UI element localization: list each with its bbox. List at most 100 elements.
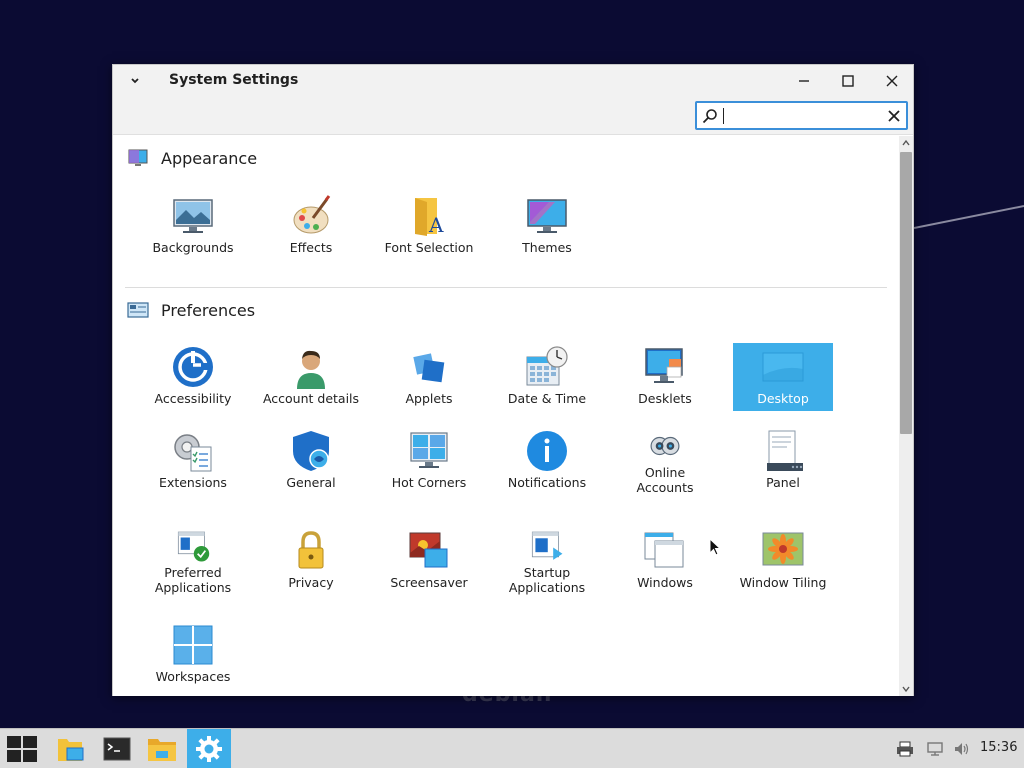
settings-item-font-selection[interactable]: A Font Selection [379, 192, 479, 260]
item-label: Desklets [638, 391, 692, 406]
font-selection-icon: A [415, 198, 444, 237]
section-header-preferences: Preferences [127, 298, 255, 322]
desktop-wallpaper-line [914, 205, 1024, 229]
settings-item-applets[interactable]: Applets [379, 343, 479, 411]
settings-item-account-details[interactable]: Account details [261, 343, 361, 411]
taskbar-folder[interactable] [140, 729, 184, 768]
taskbar-system-settings[interactable] [187, 729, 231, 768]
item-label: Screensaver [390, 575, 468, 590]
search-input[interactable] [721, 105, 881, 126]
item-label: Effects [289, 240, 333, 255]
item-label: Panel [766, 475, 800, 490]
effects-icon [293, 195, 331, 234]
close-icon [886, 75, 898, 87]
search-icon [702, 109, 717, 124]
applets-icon [413, 353, 445, 383]
network-icon[interactable] [926, 741, 944, 757]
titlebar: System Settings [113, 65, 913, 135]
themes-icon [527, 199, 567, 233]
settings-item-general[interactable]: General [261, 427, 361, 495]
mouse-pointer-icon [709, 538, 721, 556]
item-label: Window Tiling [739, 575, 827, 590]
item-label: Accessibility [154, 391, 232, 406]
scroll-down-icon[interactable] [901, 684, 911, 694]
item-label: Applets [405, 391, 453, 406]
settings-item-window-tiling[interactable]: Window Tiling [733, 527, 833, 595]
printer-icon[interactable] [896, 741, 914, 757]
accessibility-icon [173, 347, 213, 387]
taskbar-terminal[interactable] [95, 729, 139, 768]
preferred-applications-icon [177, 531, 210, 562]
search-box[interactable] [695, 101, 908, 130]
maximize-button[interactable] [833, 69, 863, 93]
clear-search-icon[interactable] [886, 108, 902, 124]
item-label: Online Accounts [636, 465, 694, 495]
item-label: Font Selection [384, 240, 474, 255]
settings-item-desktop[interactable]: Desktop [733, 343, 833, 411]
file-manager-icon [58, 739, 84, 761]
extensions-icon [174, 434, 212, 472]
close-button[interactable] [877, 69, 907, 93]
start-menu-button[interactable] [0, 729, 44, 768]
item-label: Account details [262, 391, 360, 406]
settings-item-panel[interactable]: Panel [733, 427, 833, 495]
maximize-icon [842, 75, 854, 87]
settings-item-backgrounds[interactable]: Backgrounds [143, 192, 243, 260]
vertical-scrollbar[interactable] [899, 136, 913, 696]
item-label: Privacy [288, 575, 334, 590]
item-label: Hot Corners [391, 475, 467, 490]
volume-icon[interactable] [953, 741, 971, 757]
settings-item-privacy[interactable]: Privacy [261, 527, 361, 595]
minimize-button[interactable] [789, 69, 819, 93]
section-title: Appearance [161, 148, 258, 168]
item-label: Backgrounds [152, 240, 234, 255]
item-label: Desktop [757, 391, 809, 406]
item-label: Startup Applications [508, 565, 586, 595]
item-label: Date & Time [507, 391, 587, 406]
scrollbar-thumb[interactable] [900, 152, 912, 434]
account-details-icon [297, 350, 325, 389]
workspaces-icon [173, 625, 213, 665]
settings-item-themes[interactable]: Themes [497, 192, 597, 260]
scroll-up-icon[interactable] [901, 138, 911, 148]
settings-item-windows[interactable]: Windows [615, 527, 715, 595]
date-time-icon [526, 346, 568, 386]
startup-applications-icon [531, 531, 563, 560]
start-menu-icon [7, 736, 37, 762]
hot-corners-icon [410, 432, 448, 468]
settings-item-screensaver[interactable]: Screensaver [379, 527, 479, 595]
item-label: Preferred Applications [154, 565, 232, 595]
settings-item-notifications[interactable]: Notifications [497, 427, 597, 495]
panel-icon [767, 430, 803, 471]
settings-item-preferred-applications[interactable]: Preferred Applications [143, 527, 243, 595]
minimize-icon [799, 80, 809, 82]
settings-item-extensions[interactable]: Extensions [143, 427, 243, 495]
settings-item-accessibility[interactable]: Accessibility [143, 343, 243, 411]
item-label: General [286, 475, 336, 490]
window-menu-button[interactable] [127, 73, 143, 89]
settings-item-online-accounts[interactable]: Online Accounts [615, 427, 715, 495]
settings-item-workspaces[interactable]: Workspaces [143, 621, 243, 689]
desklets-icon [645, 348, 683, 383]
system-settings-icon [196, 736, 222, 762]
system-settings-window: System Settings Appearance Backgrounds E… [112, 64, 914, 696]
terminal-icon [103, 737, 131, 761]
settings-item-startup-applications[interactable]: Startup Applications [497, 527, 597, 595]
windows-icon [644, 532, 684, 568]
item-label: Themes [522, 240, 572, 255]
svg-text:A: A [428, 213, 444, 237]
settings-item-date-time[interactable]: Date & Time [497, 343, 597, 411]
item-label: Notifications [507, 475, 587, 490]
preferences-section-icon [127, 302, 149, 318]
text-cursor [723, 108, 724, 124]
notifications-icon [527, 431, 567, 471]
screensaver-icon [409, 532, 448, 568]
section-divider [125, 287, 887, 288]
window-tiling-icon [762, 532, 804, 566]
section-header-appearance: Appearance [127, 146, 257, 170]
settings-item-hot-corners[interactable]: Hot Corners [379, 427, 479, 495]
settings-item-effects[interactable]: Effects [261, 192, 361, 260]
settings-item-desklets[interactable]: Desklets [615, 343, 715, 411]
taskbar-file-manager[interactable] [48, 729, 92, 768]
clock[interactable]: 15:36 [980, 740, 1017, 755]
